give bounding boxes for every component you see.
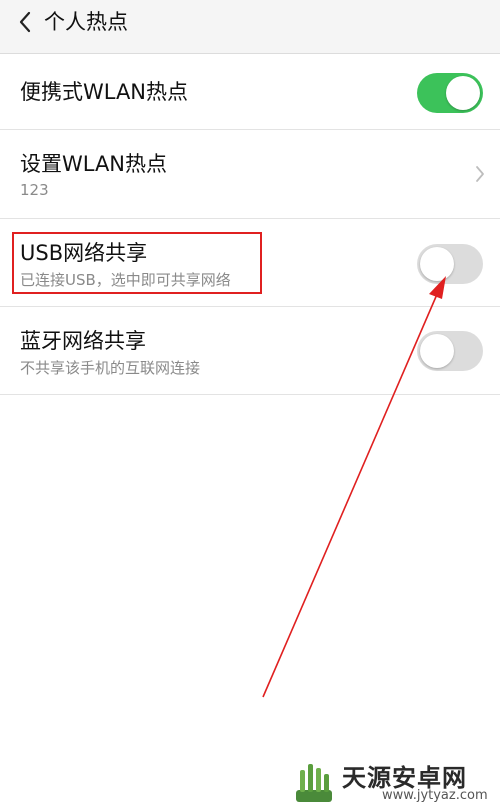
usb-tethering-toggle[interactable] <box>417 244 483 284</box>
bluetooth-tethering-label: 蓝牙网络共享 <box>20 329 146 353</box>
android-logo-icon <box>296 764 332 802</box>
watermark: 天源安卓网 www.jytyaz.com <box>292 756 492 808</box>
header-bar: 个人热点 <box>0 0 500 54</box>
screen: 个人热点 便携式WLAN热点 设置WLAN热点 123 USB网络共享 已连接U… <box>0 0 500 812</box>
toggle-knob <box>446 76 480 110</box>
wlan-hotspot-toggle[interactable] <box>417 73 483 113</box>
chevron-left-icon <box>19 11 31 33</box>
toggle-knob <box>420 334 454 368</box>
wlan-setup-label: 设置WLAN热点 <box>20 152 168 176</box>
bluetooth-tethering-status: 不共享该手机的互联网连接 <box>20 359 201 377</box>
annotation-highlight-box <box>12 232 262 294</box>
page-title: 个人热点 <box>44 10 128 34</box>
bluetooth-tethering-row[interactable]: 蓝牙网络共享 不共享该手机的互联网连接 <box>0 307 500 395</box>
wlan-setup-row[interactable]: 设置WLAN热点 123 <box>0 130 500 219</box>
watermark-url: www.jytyaz.com <box>382 788 488 803</box>
bluetooth-tethering-toggle[interactable] <box>417 331 483 371</box>
wlan-hotspot-label: 便携式WLAN热点 <box>20 80 189 104</box>
chevron-right-icon <box>476 166 484 182</box>
back-button[interactable] <box>12 6 40 38</box>
toggle-knob <box>420 247 454 281</box>
wlan-hotspot-row[interactable]: 便携式WLAN热点 <box>0 54 500 130</box>
wlan-setup-value: 123 <box>20 181 49 199</box>
